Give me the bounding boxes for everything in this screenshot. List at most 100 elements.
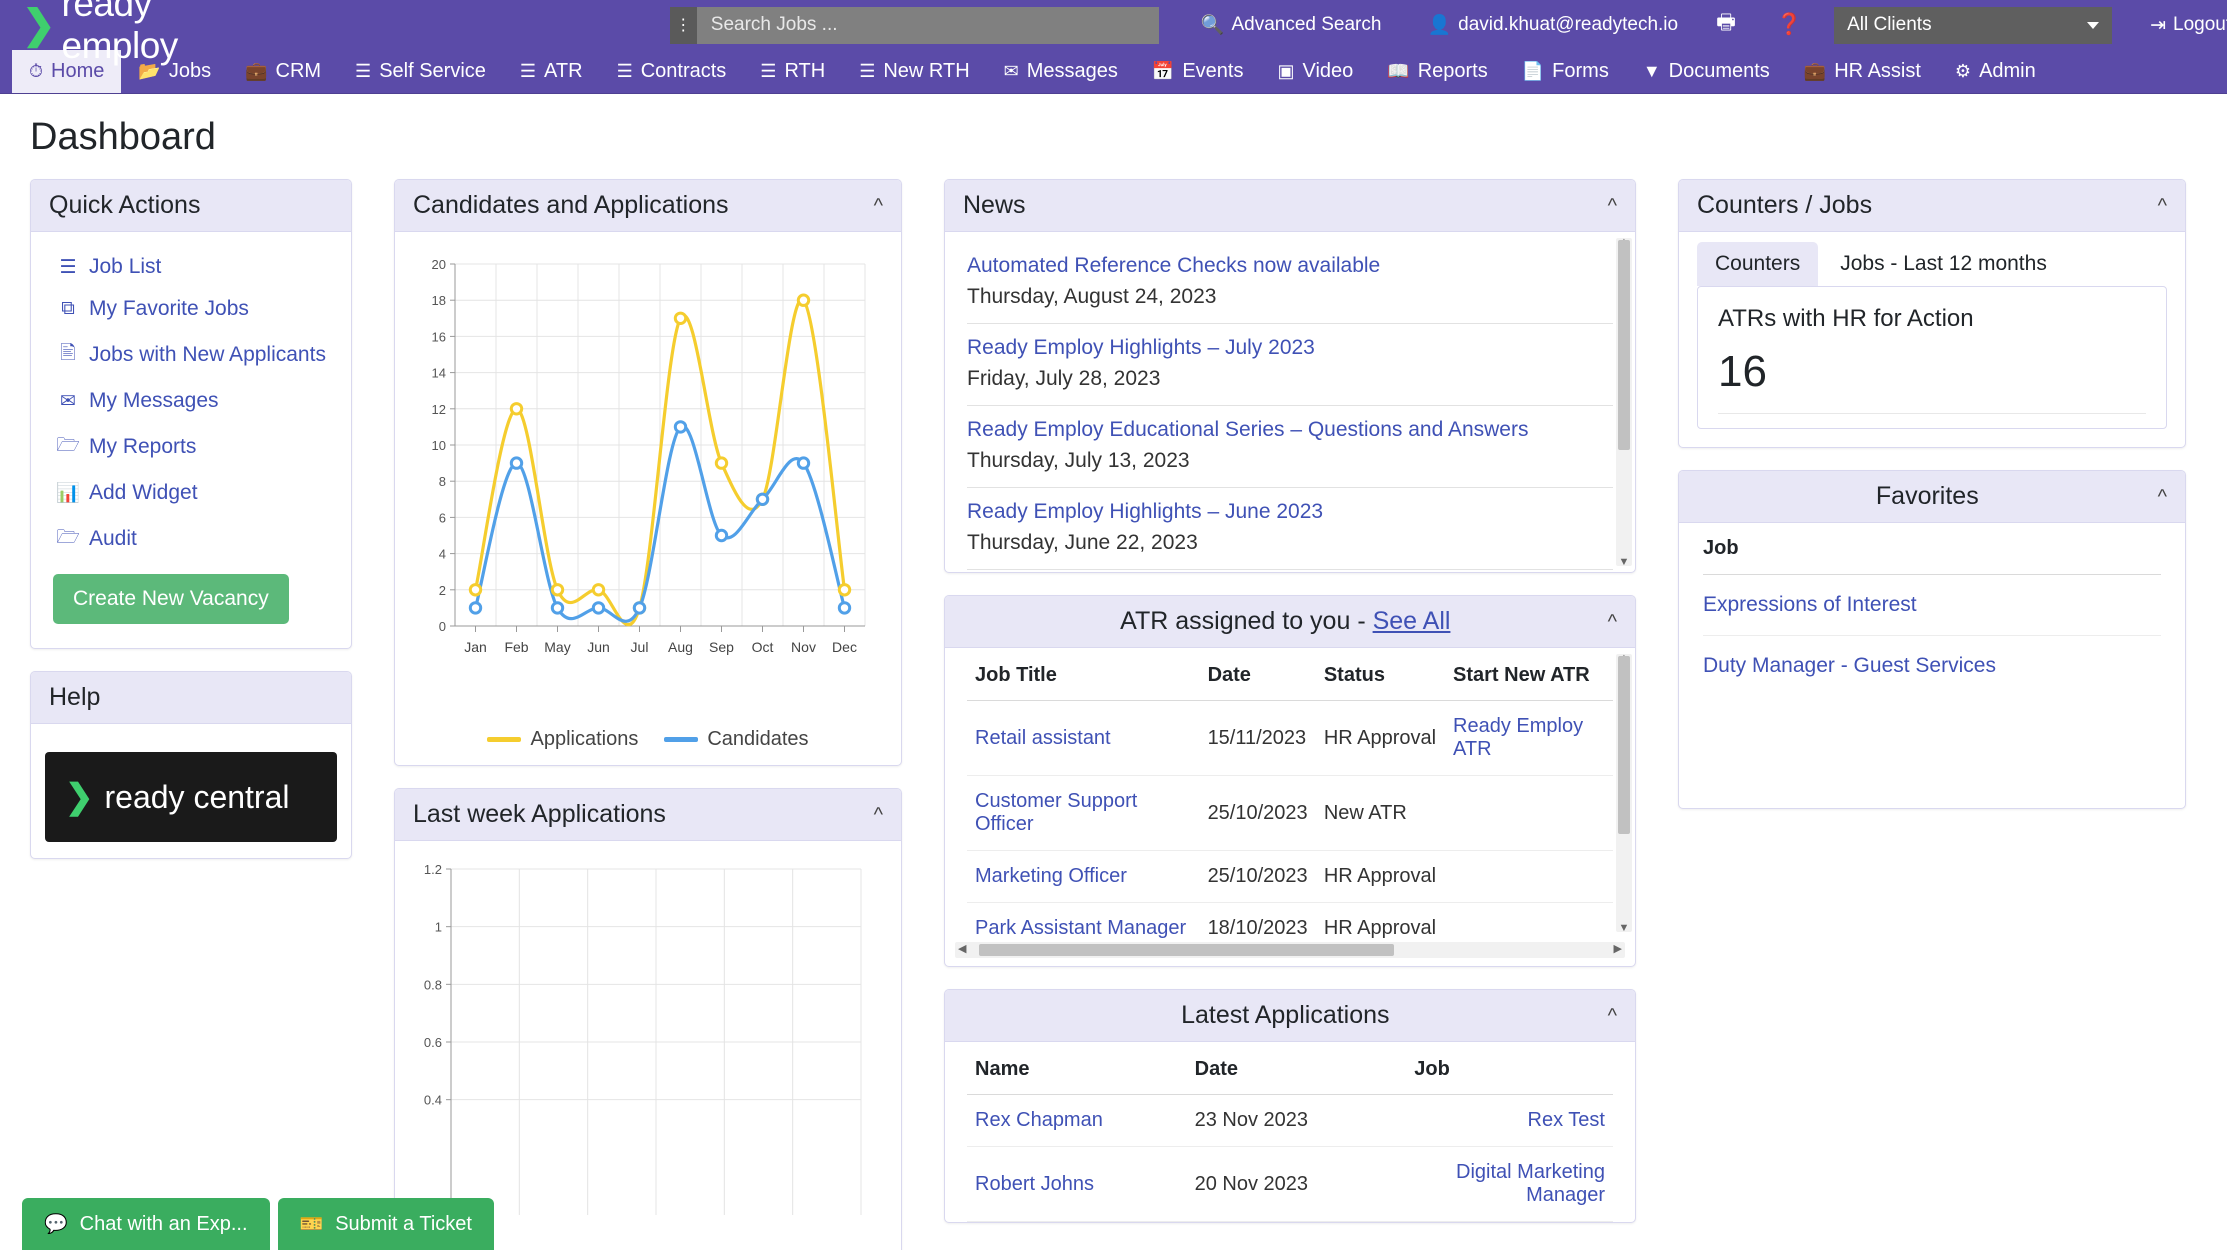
news-title-link[interactable]: Ready Employ Educational Series – Questi… <box>967 418 1613 442</box>
applicant-name-link[interactable]: Robert Johns <box>975 1173 1094 1195</box>
nav-item-atr[interactable]: ☰ ATR <box>503 50 600 93</box>
scroll-down-icon[interactable]: ▼ <box>1616 556 1632 568</box>
svg-text:14: 14 <box>432 366 446 381</box>
dashboard-columns: Quick Actions ☰ Job List ⧉ My Favorite J… <box>30 179 2197 1250</box>
chevron-up-icon[interactable]: ^ <box>2158 196 2167 216</box>
quick-action-my-favorite-jobs[interactable]: ⧉ My Favorite Jobs <box>31 288 351 330</box>
scroll-right-icon[interactable]: ▶ <box>1614 942 1622 955</box>
top-bar: ❯ ready employ ⋮ 🔍 Advanced Search 👤 dav… <box>0 0 2227 66</box>
brand-name: ready employ <box>61 0 179 66</box>
nav-item-messages[interactable]: ✉ Messages <box>987 50 1135 93</box>
atr-horizontal-scrollbar[interactable]: ◀ ▶ <box>955 942 1625 958</box>
see-all-link[interactable]: See All <box>1373 607 1451 635</box>
favorite-item[interactable]: Duty Manager - Guest Services <box>1703 636 2161 696</box>
counter-tile: ATRs with HR for Action 16 <box>1697 286 2167 429</box>
question-circle-icon[interactable]: ❓ <box>1776 13 1802 37</box>
quick-action-add-widget[interactable]: 📊 Add Widget <box>31 472 351 514</box>
scrollbar-thumb[interactable] <box>1618 656 1630 834</box>
atr-job-link[interactable]: Customer Support Officer <box>975 790 1137 835</box>
nav-label: HR Assist <box>1834 60 1921 82</box>
chevron-up-icon[interactable]: ^ <box>2158 487 2167 507</box>
scrollbar-thumb[interactable] <box>1618 240 1630 450</box>
nav-item-events[interactable]: 📅 Events <box>1135 50 1261 93</box>
quick-action-audit[interactable]: 🗁 Audit <box>31 514 351 564</box>
svg-text:4: 4 <box>439 547 446 562</box>
nav-label: Forms <box>1552 60 1609 82</box>
news-title-link[interactable]: Ready Employ Highlights – July 2023 <box>967 336 1613 360</box>
news-title-link[interactable]: Automated Reference Checks now available <box>967 254 1613 278</box>
chevron-up-icon[interactable]: ^ <box>1608 1006 1617 1026</box>
nav-item-rth[interactable]: ☰ RTH <box>743 50 842 93</box>
card-title: Counters / Jobs <box>1697 191 1873 219</box>
nav-item-contracts[interactable]: ☰ Contracts <box>600 50 744 93</box>
atr-job-link[interactable]: Retail assistant <box>975 727 1111 749</box>
atr-start-new-link[interactable]: Ready Employ ATR <box>1453 715 1583 760</box>
tab-jobs-last-12-months[interactable]: Jobs - Last 12 months <box>1822 242 2065 286</box>
latest-applications-card: Latest Applications ^ Name Date Job Rex … <box>944 989 1636 1223</box>
candidates-applications-chart: 0 2 4 6 8 10 12 14 16 18 20 Jan Feb May Jun Jul Aug Sep Oc… <box>405 242 891 722</box>
submit-ticket-button[interactable]: 🎫 Submit a Ticket <box>277 1198 494 1250</box>
col-status: Status <box>1315 654 1446 701</box>
application-job-link[interactable]: Digital Marketing Manager <box>1456 1161 1605 1206</box>
page-title: Dashboard <box>30 116 216 158</box>
briefcase-icon: 💼 <box>1803 61 1827 81</box>
chevron-up-icon[interactable]: ^ <box>1608 196 1617 216</box>
card-title: Latest Applications <box>1181 1001 1390 1029</box>
svg-text:Dec: Dec <box>832 639 857 655</box>
news-date: Thursday, August 24, 2023 <box>967 285 1217 308</box>
quick-action-my-messages[interactable]: ✉ My Messages <box>31 380 351 422</box>
nav-item-video[interactable]: ▣ Video <box>1260 50 1370 93</box>
quick-action-my-reports[interactable]: 🗁 My Reports <box>31 422 351 472</box>
scrollbar-thumb[interactable] <box>979 944 1395 956</box>
nav-item-crm[interactable]: 💼 CRM <box>228 50 338 93</box>
table-header-row: Job Title Date Status Start New ATR <box>967 654 1613 701</box>
create-new-vacancy-button[interactable]: Create New Vacancy <box>53 574 289 624</box>
nav-label: Video <box>1302 60 1354 82</box>
table-row: Retail assistant 15/11/2023 HR Approval … <box>967 700 1613 776</box>
nav-item-hr-assist[interactable]: 💼 HR Assist <box>1787 50 1938 93</box>
atr-scrollbar[interactable]: ▲ ▼ <box>1616 652 1632 934</box>
kebab-menu-icon[interactable]: ⋮ <box>669 6 697 44</box>
nav-item-reports[interactable]: 📖 Reports <box>1370 50 1504 93</box>
favorite-item[interactable]: Expressions of Interest <box>1703 575 2161 636</box>
help-header: Help <box>31 672 351 724</box>
brand-logo[interactable]: ❯ ready employ <box>22 0 178 67</box>
client-select[interactable]: All Clients <box>1834 6 2113 44</box>
chevron-up-icon[interactable]: ^ <box>874 805 883 825</box>
nav-item-new-rth[interactable]: ☰ New RTH <box>842 50 986 93</box>
scroll-down-icon[interactable]: ▼ <box>1616 922 1632 934</box>
applicant-name-link[interactable]: Rex Chapman <box>975 1109 1103 1131</box>
ready-central-banner[interactable]: ❯ ready central <box>45 752 337 842</box>
logout-button[interactable]: ⇥ Logout <box>2150 14 2227 37</box>
atr-job-link[interactable]: Park Assistant Manager <box>975 917 1186 938</box>
svg-text:May: May <box>544 639 570 655</box>
news-list-item: Ready Employ Educational Series – Questi… <box>967 406 1613 488</box>
quick-action-label: Add Widget <box>89 481 198 504</box>
nav-item-documents[interactable]: ▼ Documents <box>1626 50 1787 93</box>
calendar-icon: 📅 <box>1151 61 1175 81</box>
chevron-up-icon[interactable]: ^ <box>1608 612 1617 632</box>
svg-text:Jul: Jul <box>631 639 649 655</box>
nav-label: CRM <box>275 60 322 82</box>
tab-counters[interactable]: Counters <box>1697 242 1819 286</box>
quick-action-jobs-with-new-applicants[interactable]: 🖹 Jobs with New Applicants <box>31 330 351 380</box>
counter-label: ATRs with HR for Action <box>1718 305 1974 332</box>
nav-item-admin[interactable]: ⚙ Admin <box>1938 50 2053 93</box>
advanced-search-link[interactable]: 🔍 Advanced Search <box>1201 13 1382 37</box>
chat-with-expert-button[interactable]: 💬 Chat with an Exp... <box>22 1198 270 1250</box>
news-title-link[interactable]: Ready Employ Highlights – June 2023 <box>967 500 1613 524</box>
atr-job-link[interactable]: Marketing Officer <box>975 865 1127 887</box>
application-job-link[interactable]: Rex Test <box>1528 1109 1605 1131</box>
user-account-link[interactable]: 👤 david.khuat@readytech.io <box>1427 13 1678 37</box>
news-list-item: Automated Reference Checks now available… <box>967 242 1613 324</box>
chevron-up-icon[interactable]: ^ <box>874 196 883 216</box>
search-input[interactable] <box>696 6 1159 44</box>
printer-icon[interactable]: 🖶 <box>1716 8 1736 43</box>
news-scrollbar[interactable]: ▲ ▼ <box>1616 236 1632 568</box>
nav-item-self-service[interactable]: ☰ Self Service <box>338 50 503 93</box>
favorites-card: Favorites ^ Job Expressions of Interest … <box>1678 470 2186 809</box>
nav-item-forms[interactable]: 📄 Forms <box>1505 50 1626 93</box>
scroll-left-icon[interactable]: ◀ <box>958 942 966 955</box>
quick-action-job-list[interactable]: ☰ Job List <box>31 246 351 288</box>
line-chart-svg: 0.4 0.6 0.8 1 1.2 <box>424 862 862 1215</box>
